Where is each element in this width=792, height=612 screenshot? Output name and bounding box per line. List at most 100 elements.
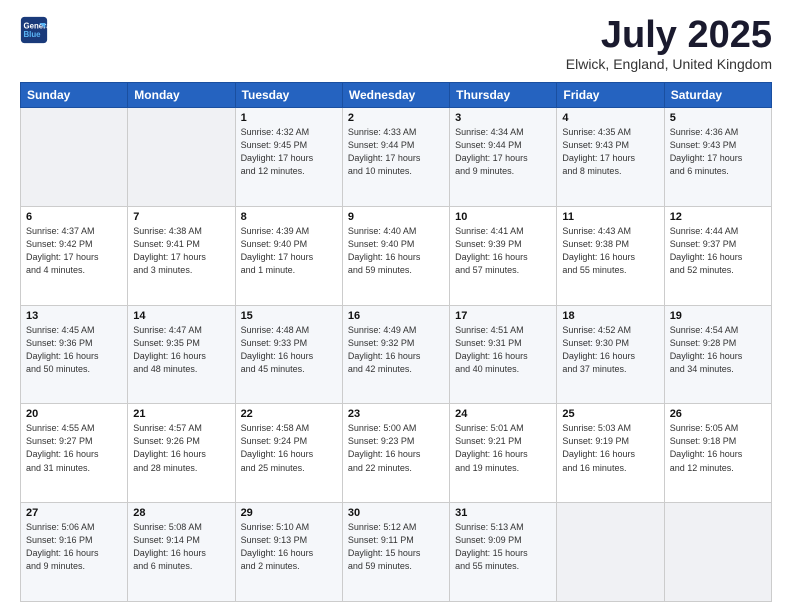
calendar-cell: 27 Sunrise: 5:06 AM Sunset: 9:16 PM Dayli… [21, 503, 128, 602]
day-info: Sunrise: 4:36 AM Sunset: 9:43 PM Dayligh… [670, 126, 766, 178]
col-monday: Monday [128, 83, 235, 108]
day-info: Sunrise: 4:55 AM Sunset: 9:27 PM Dayligh… [26, 422, 122, 474]
day-info: Sunrise: 4:54 AM Sunset: 9:28 PM Dayligh… [670, 324, 766, 376]
day-info: Sunrise: 4:44 AM Sunset: 9:37 PM Dayligh… [670, 225, 766, 277]
day-info: Sunrise: 5:08 AM Sunset: 9:14 PM Dayligh… [133, 521, 229, 573]
calendar-cell: 25Sunrise: 5:03 AM Sunset: 9:19 PM Dayli… [557, 404, 664, 503]
page: General Blue July 2025 Elwick, England, … [0, 0, 792, 612]
day-number: 12 [670, 211, 766, 223]
day-info: Sunrise: 4:41 AM Sunset: 9:39 PM Dayligh… [455, 225, 551, 277]
day-info: Sunrise: 4:51 AM Sunset: 9:31 PM Dayligh… [455, 324, 551, 376]
day-number: 22 [241, 408, 337, 420]
day-number: 23 [348, 408, 444, 420]
day-number: 1 [241, 112, 337, 124]
location: Elwick, England, United Kingdom [566, 56, 772, 72]
logo-icon: General Blue [20, 16, 48, 44]
col-saturday: Saturday [664, 83, 771, 108]
calendar-cell: 7Sunrise: 4:38 AM Sunset: 9:41 PM Daylig… [128, 206, 235, 305]
day-info: Sunrise: 4:57 AM Sunset: 9:26 PM Dayligh… [133, 422, 229, 474]
day-info: Sunrise: 4:32 AM Sunset: 9:45 PM Dayligh… [241, 126, 337, 178]
calendar-cell: 10 Sunrise: 4:41 AM Sunset: 9:39 PM Dayli… [450, 206, 557, 305]
header: General Blue July 2025 Elwick, England, … [20, 16, 772, 72]
calendar-cell: 23 Sunrise: 5:00 AM Sunset: 9:23 PM Dayli… [342, 404, 449, 503]
calendar-cell: 24 Sunrise: 5:01 AM Sunset: 9:21 PM Dayli… [450, 404, 557, 503]
day-info: Sunrise: 4:45 AM Sunset: 9:36 PM Dayligh… [26, 324, 122, 376]
calendar-cell [557, 503, 664, 602]
day-number: 29 [241, 507, 337, 519]
day-info: Sunrise: 5:00 AM Sunset: 9:23 PM Dayligh… [348, 422, 444, 474]
day-number: 7 [133, 211, 229, 223]
calendar-cell: 8 Sunrise: 4:39 AM Sunset: 9:40 PM Daylig… [235, 206, 342, 305]
day-info: Sunrise: 4:39 AM Sunset: 9:40 PM Dayligh… [241, 225, 337, 277]
calendar-cell: 18 Sunrise: 4:52 AM Sunset: 9:30 PM Dayli… [557, 305, 664, 404]
day-info: Sunrise: 4:52 AM Sunset: 9:30 PM Dayligh… [562, 324, 658, 376]
calendar-cell: 16 Sunrise: 4:49 AM Sunset: 9:32 PM Dayli… [342, 305, 449, 404]
week-row-5: 27 Sunrise: 5:06 AM Sunset: 9:16 PM Dayli… [21, 503, 772, 602]
calendar-cell: 12 Sunrise: 4:44 AM Sunset: 9:37 PM Dayli… [664, 206, 771, 305]
calendar-cell: 21Sunrise: 4:57 AM Sunset: 9:26 PM Dayli… [128, 404, 235, 503]
day-info: Sunrise: 5:12 AM Sunset: 9:11 PM Dayligh… [348, 521, 444, 573]
calendar-cell: 6 Sunrise: 4:37 AM Sunset: 9:42 PM Daylig… [21, 206, 128, 305]
day-number: 13 [26, 310, 122, 322]
day-info: Sunrise: 4:35 AM Sunset: 9:43 PM Dayligh… [562, 126, 658, 178]
day-number: 2 [348, 112, 444, 124]
week-row-2: 6 Sunrise: 4:37 AM Sunset: 9:42 PM Daylig… [21, 206, 772, 305]
day-number: 6 [26, 211, 122, 223]
day-info: Sunrise: 5:05 AM Sunset: 9:18 PM Dayligh… [670, 422, 766, 474]
day-number: 26 [670, 408, 766, 420]
day-info: Sunrise: 5:06 AM Sunset: 9:16 PM Dayligh… [26, 521, 122, 573]
calendar-cell: 5 Sunrise: 4:36 AM Sunset: 9:43 PM Daylig… [664, 108, 771, 207]
day-number: 5 [670, 112, 766, 124]
col-friday: Friday [557, 83, 664, 108]
calendar-cell: 22 Sunrise: 4:58 AM Sunset: 9:24 PM Dayli… [235, 404, 342, 503]
day-info: Sunrise: 5:01 AM Sunset: 9:21 PM Dayligh… [455, 422, 551, 474]
day-number: 14 [133, 310, 229, 322]
month-title: July 2025 [566, 16, 772, 54]
day-info: Sunrise: 5:13 AM Sunset: 9:09 PM Dayligh… [455, 521, 551, 573]
day-number: 16 [348, 310, 444, 322]
calendar-cell: 11Sunrise: 4:43 AM Sunset: 9:38 PM Dayli… [557, 206, 664, 305]
calendar-cell [21, 108, 128, 207]
calendar-cell: 1 Sunrise: 4:32 AM Sunset: 9:45 PM Daylig… [235, 108, 342, 207]
calendar-cell: 30 Sunrise: 5:12 AM Sunset: 9:11 PM Dayli… [342, 503, 449, 602]
col-tuesday: Tuesday [235, 83, 342, 108]
day-info: Sunrise: 5:03 AM Sunset: 9:19 PM Dayligh… [562, 422, 658, 474]
day-info: Sunrise: 4:34 AM Sunset: 9:44 PM Dayligh… [455, 126, 551, 178]
calendar-cell: 2Sunrise: 4:33 AM Sunset: 9:44 PM Daylig… [342, 108, 449, 207]
calendar-cell: 17 Sunrise: 4:51 AM Sunset: 9:31 PM Dayli… [450, 305, 557, 404]
calendar-cell [664, 503, 771, 602]
day-info: Sunrise: 4:40 AM Sunset: 9:40 PM Dayligh… [348, 225, 444, 277]
day-number: 20 [26, 408, 122, 420]
day-number: 24 [455, 408, 551, 420]
day-info: Sunrise: 4:58 AM Sunset: 9:24 PM Dayligh… [241, 422, 337, 474]
day-info: Sunrise: 4:48 AM Sunset: 9:33 PM Dayligh… [241, 324, 337, 376]
calendar-cell: 15Sunrise: 4:48 AM Sunset: 9:33 PM Dayli… [235, 305, 342, 404]
logo: General Blue [20, 16, 48, 44]
week-row-1: 1 Sunrise: 4:32 AM Sunset: 9:45 PM Daylig… [21, 108, 772, 207]
calendar-cell: 28Sunrise: 5:08 AM Sunset: 9:14 PM Dayli… [128, 503, 235, 602]
col-wednesday: Wednesday [342, 83, 449, 108]
calendar-cell: 13 Sunrise: 4:45 AM Sunset: 9:36 PM Dayli… [21, 305, 128, 404]
calendar-cell: 26 Sunrise: 5:05 AM Sunset: 9:18 PM Dayli… [664, 404, 771, 503]
day-number: 3 [455, 112, 551, 124]
calendar-cell: 29Sunrise: 5:10 AM Sunset: 9:13 PM Dayli… [235, 503, 342, 602]
calendar-cell: 4 Sunrise: 4:35 AM Sunset: 9:43 PM Daylig… [557, 108, 664, 207]
day-number: 30 [348, 507, 444, 519]
day-number: 27 [26, 507, 122, 519]
day-number: 19 [670, 310, 766, 322]
calendar-cell: 19 Sunrise: 4:54 AM Sunset: 9:28 PM Dayli… [664, 305, 771, 404]
day-number: 8 [241, 211, 337, 223]
calendar-header-row: Sunday Monday Tuesday Wednesday Thursday… [21, 83, 772, 108]
day-info: Sunrise: 4:49 AM Sunset: 9:32 PM Dayligh… [348, 324, 444, 376]
day-info: Sunrise: 4:37 AM Sunset: 9:42 PM Dayligh… [26, 225, 122, 277]
day-number: 18 [562, 310, 658, 322]
day-number: 4 [562, 112, 658, 124]
day-number: 10 [455, 211, 551, 223]
svg-text:Blue: Blue [24, 30, 42, 39]
title-block: July 2025 Elwick, England, United Kingdo… [566, 16, 772, 72]
day-number: 17 [455, 310, 551, 322]
calendar-cell: 3 Sunrise: 4:34 AM Sunset: 9:44 PM Daylig… [450, 108, 557, 207]
calendar-cell: 20 Sunrise: 4:55 AM Sunset: 9:27 PM Dayli… [21, 404, 128, 503]
col-sunday: Sunday [21, 83, 128, 108]
week-row-3: 13 Sunrise: 4:45 AM Sunset: 9:36 PM Dayli… [21, 305, 772, 404]
